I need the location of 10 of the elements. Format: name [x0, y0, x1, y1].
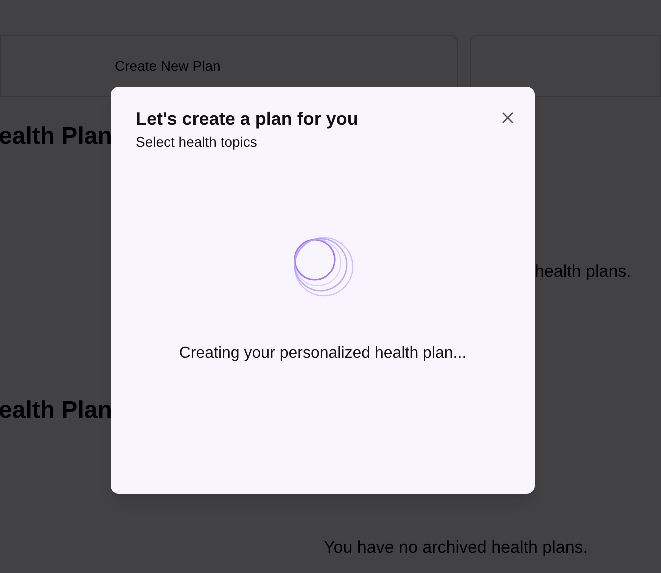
empty-message: You have no archived health plans. — [324, 538, 588, 557]
section-heading: ealth Plan — [0, 123, 112, 151]
empty-message: health plans. — [535, 262, 632, 281]
section-heading: ealth Plan — [0, 397, 112, 425]
dialog-subtitle: Select health topics — [136, 133, 258, 152]
close-button[interactable] — [500, 110, 516, 126]
create-plan-label: Create New Plan — [115, 56, 221, 76]
close-icon — [502, 112, 514, 124]
dialog-title: Let's create a plan for you — [136, 108, 358, 131]
loading-status-text: Creating your personalized health plan... — [179, 344, 467, 364]
